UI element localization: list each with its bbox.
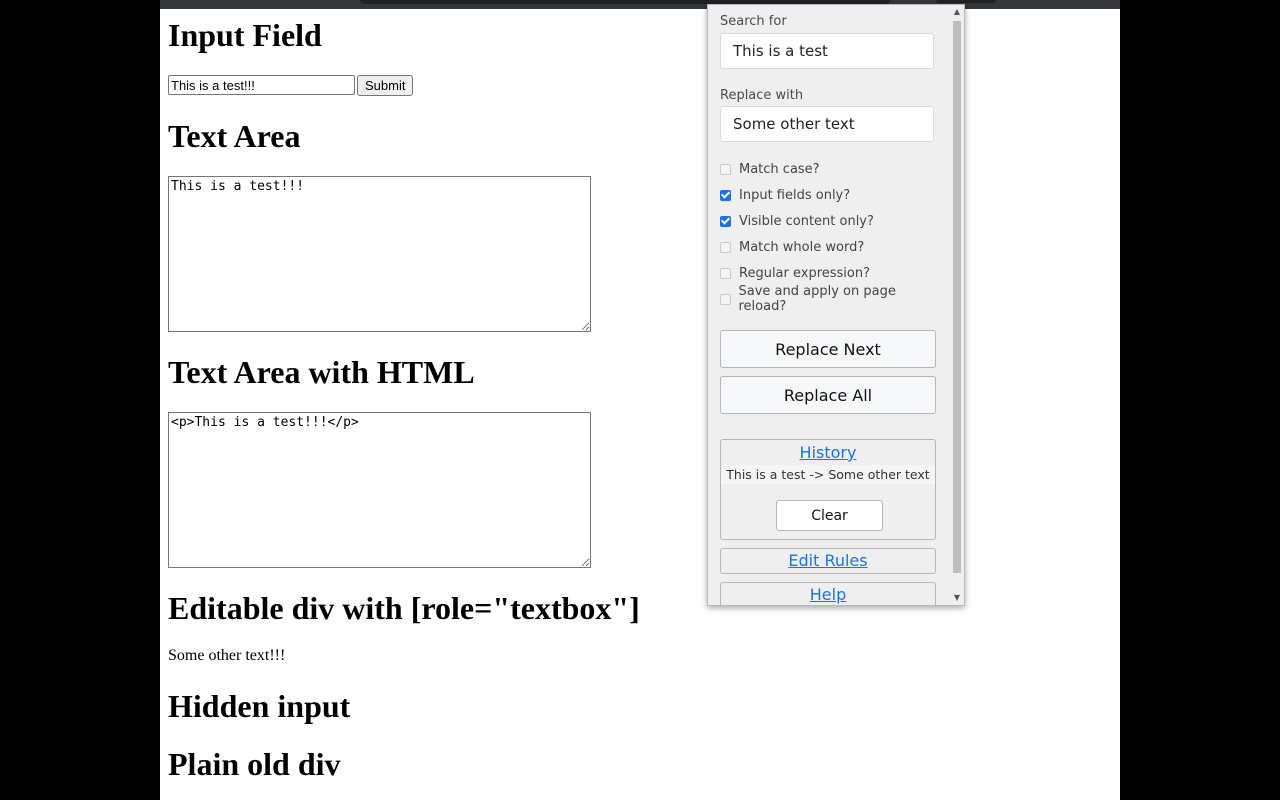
match-whole-word-option[interactable]: Match whole word? xyxy=(720,238,864,256)
editable-textbox[interactable]: Some other text!!! xyxy=(168,647,285,665)
input-fields-only-option[interactable]: Input fields only? xyxy=(720,186,850,204)
heading-input-field: Input Field xyxy=(168,17,322,53)
search-input[interactable] xyxy=(720,33,934,69)
help-link[interactable]: Help xyxy=(720,582,936,605)
edit-rules-link[interactable]: Edit Rules xyxy=(720,548,936,574)
history-entry[interactable]: This is a test -> Some other text xyxy=(721,465,935,484)
replace-next-button[interactable]: Replace Next xyxy=(720,330,936,368)
match-case-label: Match case? xyxy=(739,161,820,177)
toolbar-button[interactable] xyxy=(936,0,996,3)
heading-editable-div: Editable div with [role="textbox"] xyxy=(168,590,640,626)
regular-expression-checkbox[interactable] xyxy=(720,267,731,279)
scrollbar-thumb[interactable] xyxy=(953,21,961,573)
match-whole-word-label: Match whole word? xyxy=(739,239,865,255)
history-title-link[interactable]: History xyxy=(721,443,935,462)
heading-plain-div: Plain old div xyxy=(168,746,341,782)
heading-text-area-html: Text Area with HTML xyxy=(168,354,475,390)
replace-label: Replace with xyxy=(720,88,804,103)
scroll-up-arrow-icon[interactable]: ▲ xyxy=(950,5,964,19)
html-textarea[interactable]: <p>This is a test!!!</p> xyxy=(168,412,591,568)
save-apply-reload-label: Save and apply on page reload? xyxy=(738,284,896,314)
input-row: Submit xyxy=(168,75,414,96)
test-textarea[interactable]: This is a test!!! xyxy=(168,176,591,332)
browser-toolbar xyxy=(160,0,1120,9)
match-case-checkbox[interactable] xyxy=(720,163,731,175)
input-fields-only-label: Input fields only? xyxy=(739,187,851,203)
history-panel: History This is a test -> Some other tex… xyxy=(720,439,936,540)
submit-button[interactable]: Submit xyxy=(357,75,414,96)
regular-expression-label: Regular expression? xyxy=(739,265,871,281)
web-page: Input Field Submit Text Area This is a t… xyxy=(160,9,1120,800)
clear-history-button[interactable]: Clear xyxy=(776,500,883,531)
search-label: Search for xyxy=(720,14,787,29)
save-apply-reload-checkbox[interactable] xyxy=(720,293,731,305)
visible-content-only-label: Visible content only? xyxy=(739,213,874,229)
visible-content-only-checkbox[interactable] xyxy=(720,215,731,227)
scroll-down-arrow-icon[interactable]: ▼ xyxy=(950,591,964,605)
input-fields-only-checkbox[interactable] xyxy=(720,189,731,201)
heading-text-area: Text Area xyxy=(168,118,301,154)
test-input[interactable] xyxy=(168,75,355,95)
heading-hidden-input: Hidden input xyxy=(168,688,351,724)
find-replace-popup: Search for Replace with Match case? Inpu… xyxy=(707,4,965,606)
regular-expression-option[interactable]: Regular expression? xyxy=(720,264,870,282)
save-apply-reload-option[interactable]: Save and apply on page reload? xyxy=(720,284,936,314)
match-case-option[interactable]: Match case? xyxy=(720,160,820,178)
replace-input[interactable] xyxy=(720,106,934,142)
popup-scrollbar[interactable]: ▲ ▼ xyxy=(950,5,964,605)
match-whole-word-checkbox[interactable] xyxy=(720,241,731,253)
visible-content-only-option[interactable]: Visible content only? xyxy=(720,212,874,230)
replace-all-button[interactable]: Replace All xyxy=(720,376,936,414)
